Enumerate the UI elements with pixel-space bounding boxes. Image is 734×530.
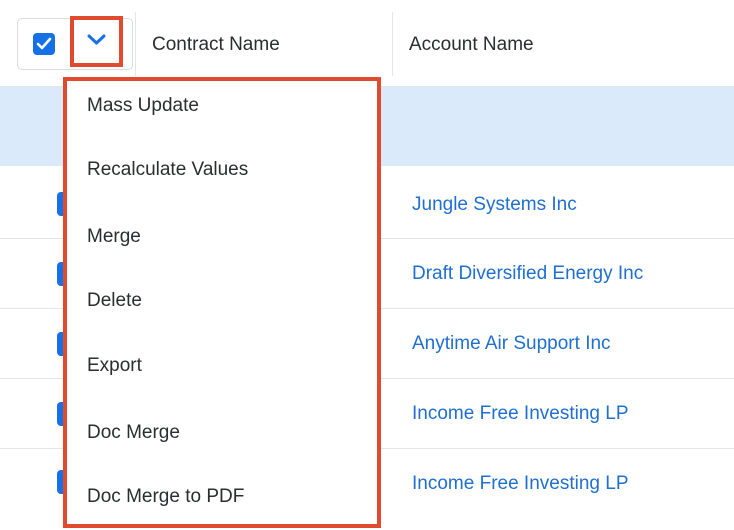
menu-item-export[interactable]: Export [87, 355, 142, 377]
menu-item-doc-merge-to-pdf[interactable]: Doc Merge to PDF [87, 486, 244, 508]
account-link[interactable]: Income Free Investing LP [412, 403, 629, 425]
list-header: Contract Name Account Name [0, 0, 734, 86]
column-header-contract-name[interactable]: Contract Name [152, 34, 280, 56]
menu-item-doc-merge[interactable]: Doc Merge [87, 422, 180, 444]
column-header-account-name[interactable]: Account Name [409, 34, 534, 56]
checkmark-icon [36, 37, 52, 50]
mass-actions-menu: Mass Update Recalculate Values Merge Del… [63, 77, 381, 528]
menu-item-delete[interactable]: Delete [87, 290, 142, 312]
select-all-checkbox[interactable] [33, 33, 55, 55]
account-link[interactable]: Draft Diversified Energy Inc [412, 263, 643, 285]
menu-item-mass-update[interactable]: Mass Update [87, 95, 199, 117]
actions-dropdown-toggle[interactable] [70, 16, 123, 67]
column-divider [135, 12, 136, 76]
menu-item-merge[interactable]: Merge [87, 226, 141, 248]
account-link[interactable]: Anytime Air Support Inc [412, 333, 611, 355]
chevron-down-icon [87, 34, 106, 45]
column-divider [392, 12, 393, 76]
menu-item-recalculate-values[interactable]: Recalculate Values [87, 159, 248, 181]
account-link[interactable]: Income Free Investing LP [412, 473, 629, 495]
account-link[interactable]: Jungle Systems Inc [412, 194, 577, 216]
